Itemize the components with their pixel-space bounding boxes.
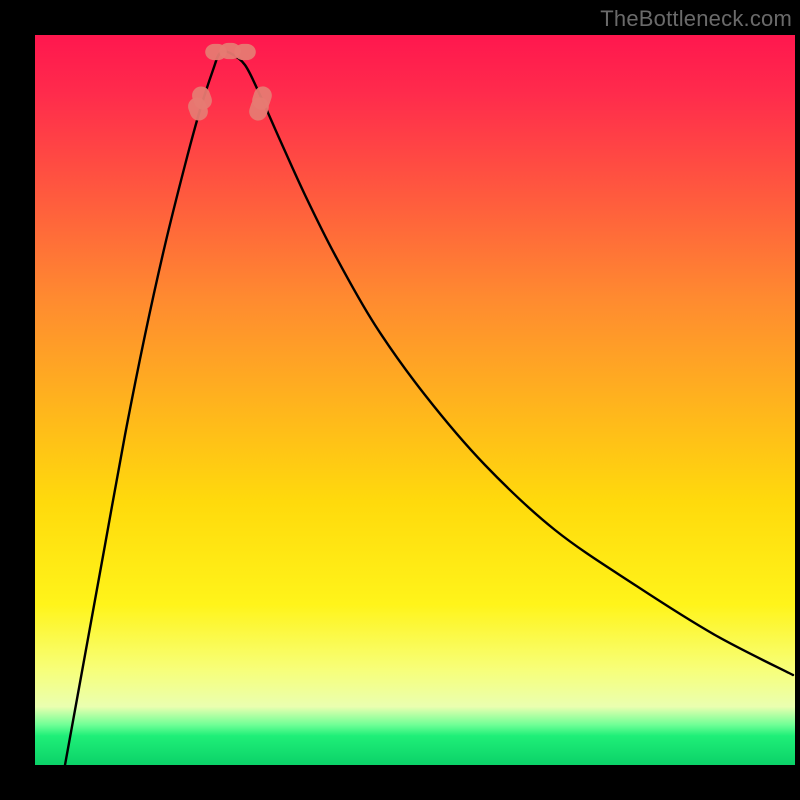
bottleneck-curve (65, 51, 793, 765)
plot-area (35, 35, 795, 765)
curve-svg (35, 35, 795, 765)
floor-right (234, 44, 256, 60)
watermark-text: TheBottleneck.com (600, 6, 792, 32)
outer-frame: TheBottleneck.com (0, 0, 800, 800)
curve-markers (186, 43, 275, 123)
